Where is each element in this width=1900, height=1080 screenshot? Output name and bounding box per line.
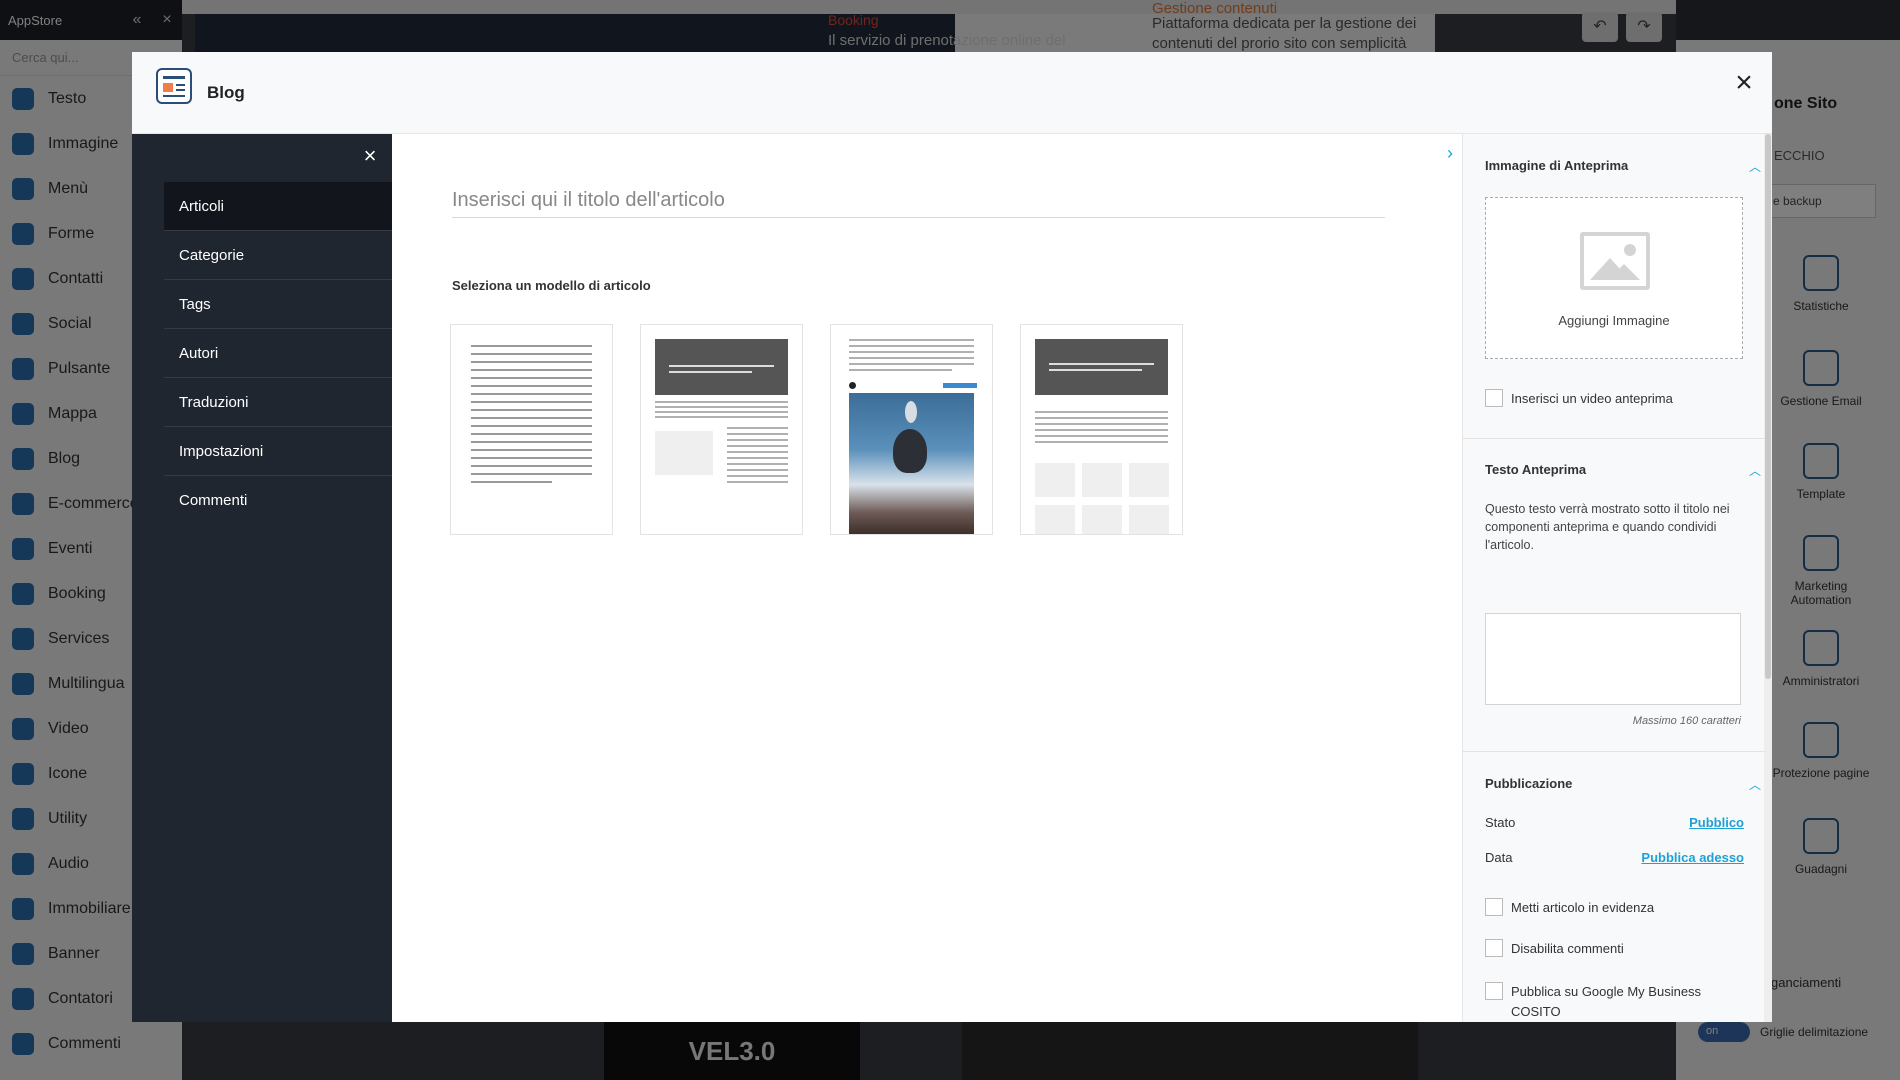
max-chars-hint: Massimo 160 caratteri bbox=[1632, 715, 1741, 727]
blog-modal: Blog × × Articoli Categorie Tags Autori … bbox=[132, 52, 1772, 1022]
scrollbar-thumb[interactable] bbox=[1765, 134, 1771, 679]
nav-item-traduzioni[interactable]: Traduzioni bbox=[164, 378, 392, 427]
template-section-label: Seleziona un modello di articolo bbox=[452, 278, 651, 293]
chevron-up-icon[interactable]: ︿ bbox=[1749, 158, 1761, 175]
image-placeholder-icon bbox=[1580, 232, 1650, 290]
paraglider-photo bbox=[849, 393, 974, 534]
modal-title: Blog bbox=[207, 83, 245, 102]
article-editor: Seleziona un modello di articolo bbox=[392, 134, 1462, 1022]
template-card-text[interactable] bbox=[450, 324, 613, 535]
nav-item-categorie[interactable]: Categorie bbox=[164, 231, 392, 280]
nav-item-autori[interactable]: Autori bbox=[164, 329, 392, 378]
preview-text-description: Questo testo verrà mostrato sotto il tit… bbox=[1485, 502, 1730, 552]
nav-item-commenti[interactable]: Commenti bbox=[164, 476, 392, 525]
nav-item-tags[interactable]: Tags bbox=[164, 280, 392, 329]
chevron-up-icon[interactable]: ︿ bbox=[1749, 462, 1761, 479]
template-card-photo[interactable] bbox=[830, 324, 993, 535]
video-preview-checkbox-row[interactable]: Inserisci un video anteprima bbox=[1485, 389, 1673, 407]
template-list bbox=[450, 324, 1210, 535]
google-business-checkbox[interactable] bbox=[1485, 982, 1503, 1000]
article-settings-panel: › Immagine di Anteprima ︿ Aggiungi Immag… bbox=[1447, 134, 1772, 1022]
state-label: Stato bbox=[1485, 815, 1516, 830]
publication-heading: Pubblicazione bbox=[1485, 776, 1573, 791]
nav-item-articoli[interactable]: Articoli bbox=[164, 182, 392, 231]
panel-scrollbar[interactable] bbox=[1764, 134, 1772, 1022]
preview-text-textarea[interactable] bbox=[1485, 613, 1741, 705]
modal-close-button[interactable]: × bbox=[1730, 68, 1758, 98]
state-value-link[interactable]: Pubblico bbox=[1689, 815, 1744, 830]
blog-icon bbox=[156, 68, 192, 104]
featured-checkbox[interactable] bbox=[1485, 898, 1503, 916]
google-business-checkbox-row[interactable]: Pubblica su Google My Business COSITO bbox=[1485, 982, 1725, 1022]
blog-side-nav: × Articoli Categorie Tags Autori Traduzi… bbox=[132, 134, 392, 1022]
section-divider bbox=[1463, 438, 1765, 439]
template-card-gallery[interactable] bbox=[1020, 324, 1183, 535]
preview-text-heading: Testo Anteprima bbox=[1485, 462, 1587, 477]
disable-comments-checkbox[interactable] bbox=[1485, 939, 1503, 957]
chevron-up-icon[interactable]: ︿ bbox=[1749, 776, 1761, 793]
add-image-dropzone[interactable]: Aggiungi Immagine bbox=[1485, 197, 1743, 359]
featured-checkbox-row[interactable]: Metti articolo in evidenza bbox=[1485, 898, 1654, 916]
publish-now-link[interactable]: Pubblica adesso bbox=[1641, 850, 1744, 865]
date-label: Data bbox=[1485, 850, 1513, 865]
add-image-label: Aggiungi Immagine bbox=[1558, 313, 1670, 328]
disable-comments-checkbox-row[interactable]: Disabilita commenti bbox=[1485, 939, 1624, 957]
panel-toggle-chevron-icon[interactable]: › bbox=[1447, 144, 1461, 162]
video-preview-checkbox[interactable] bbox=[1485, 389, 1503, 407]
blog-nav-list: Articoli Categorie Tags Autori Traduzion… bbox=[164, 182, 392, 525]
preview-image-heading: Immagine di Anteprima bbox=[1485, 158, 1629, 173]
article-title-input[interactable] bbox=[452, 184, 1385, 218]
section-divider bbox=[1463, 751, 1765, 752]
side-nav-close-icon[interactable]: × bbox=[358, 144, 382, 168]
image-placeholder-icon bbox=[655, 431, 713, 475]
template-card-header-image[interactable] bbox=[640, 324, 803, 535]
nav-item-impostazioni[interactable]: Impostazioni bbox=[164, 427, 392, 476]
modal-header: Blog × bbox=[132, 52, 1772, 134]
